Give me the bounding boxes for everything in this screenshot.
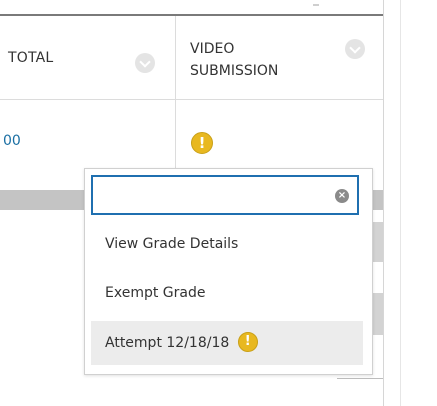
column-header-video-submission[interactable]: VIDEO SUBMISSION xyxy=(190,38,310,82)
clear-icon[interactable]: × xyxy=(335,189,349,203)
divider xyxy=(337,378,383,379)
menu-search-input[interactable] xyxy=(99,183,323,209)
menu-search-field[interactable]: × xyxy=(91,175,359,215)
menu-item-label: View Grade Details xyxy=(105,236,239,252)
column-divider xyxy=(175,16,176,171)
total-grade-cell[interactable]: 00 xyxy=(3,133,21,149)
chevron-down-icon[interactable] xyxy=(345,39,365,59)
decorative-dash xyxy=(313,4,319,6)
grade-context-menu: × View Grade Details Exempt Grade Attemp… xyxy=(84,168,373,375)
menu-item-label: Attempt 12/18/18 xyxy=(105,335,230,351)
exclamation-icon: ! xyxy=(237,331,258,352)
exclamation-icon[interactable]: ! xyxy=(191,132,213,154)
menu-item-attempt[interactable]: Attempt 12/18/18 ! xyxy=(91,321,363,365)
menu-item-label: Exempt Grade xyxy=(105,285,206,301)
menu-item-view-grade-details[interactable]: View Grade Details xyxy=(91,222,363,266)
menu-item-exempt-grade[interactable]: Exempt Grade xyxy=(91,271,363,315)
column-header-total[interactable]: TOTAL xyxy=(8,50,53,66)
right-side-panel xyxy=(383,0,437,406)
chevron-down-icon[interactable] xyxy=(135,53,155,73)
